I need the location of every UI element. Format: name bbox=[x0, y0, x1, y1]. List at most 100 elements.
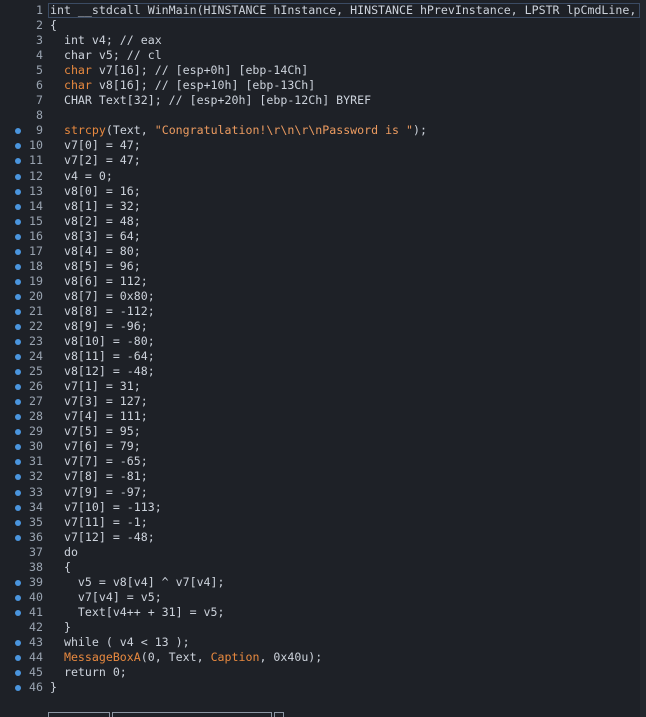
pseudocode-editor[interactable]: 1 int __stdcall WinMain(HINSTANCE hInstan… bbox=[0, 0, 646, 717]
code-text[interactable]: v4 = 0; bbox=[50, 169, 113, 184]
code-line[interactable]: 31 v7[7] = -65; bbox=[0, 454, 646, 469]
code-line[interactable]: 23 v8[10] = -80; bbox=[0, 334, 646, 349]
code-token: v7[6] = 79; bbox=[50, 439, 141, 454]
code-line[interactable]: 18 v8[5] = 96; bbox=[0, 259, 646, 274]
code-line[interactable]: 16 v8[3] = 64; bbox=[0, 229, 646, 244]
code-text[interactable]: char v8[16]; // [esp+10h] [ebp-13Ch] bbox=[50, 78, 315, 93]
code-line[interactable]: 40 v7[v4] = v5; bbox=[0, 590, 646, 605]
line-number: 16 bbox=[29, 228, 43, 243]
code-text[interactable]: v7[9] = -97; bbox=[50, 485, 148, 500]
code-line[interactable]: 14 v8[1] = 32; bbox=[0, 199, 646, 214]
code-text[interactable]: v8[10] = -80; bbox=[50, 334, 155, 349]
code-line[interactable]: 5 char v7[16]; // [esp+0h] [ebp-14Ch] bbox=[0, 63, 646, 78]
code-line[interactable]: 37 do bbox=[0, 545, 646, 560]
code-text[interactable]: v7[5] = 95; bbox=[50, 424, 141, 439]
code-text[interactable]: { bbox=[50, 18, 57, 33]
code-text[interactable]: v8[0] = 16; bbox=[50, 184, 141, 199]
code-text[interactable]: v8[6] = 112; bbox=[50, 274, 148, 289]
code-token: v7[11] = -1; bbox=[50, 514, 148, 529]
code-line[interactable]: 41 Text[v4++ + 31] = v5; bbox=[0, 605, 646, 620]
code-text[interactable]: v8[9] = -96; bbox=[50, 319, 148, 334]
function-name: MessageBoxA bbox=[63, 650, 141, 665]
code-text[interactable]: v7[12] = -48; bbox=[50, 530, 155, 545]
code-text[interactable]: do bbox=[50, 545, 78, 560]
code-token: { bbox=[50, 559, 71, 574]
code-line[interactable]: 29 v7[5] = 95; bbox=[0, 424, 646, 439]
code-line[interactable]: 3 int v4; // eax bbox=[0, 33, 646, 48]
code-line[interactable]: 7 CHAR Text[32]; // [esp+20h] [ebp-12Ch]… bbox=[0, 93, 646, 108]
code-text[interactable]: int __stdcall WinMain(HINSTANCE hInstanc… bbox=[50, 3, 636, 18]
code-text[interactable]: v8[7] = 0x80; bbox=[50, 289, 155, 304]
code-line[interactable]: 10 v7[0] = 47; bbox=[0, 138, 646, 153]
code-line[interactable]: 35 v7[11] = -1; bbox=[0, 515, 646, 530]
code-text[interactable]: v7[0] = 47; bbox=[50, 138, 141, 153]
code-text[interactable]: while ( v4 < 13 ); bbox=[50, 635, 190, 650]
code-text[interactable]: } bbox=[50, 620, 71, 635]
code-line[interactable]: 30 v7[6] = 79; bbox=[0, 439, 646, 454]
code-text[interactable]: v7[v4] = v5; bbox=[50, 590, 162, 605]
code-text[interactable]: v7[1] = 31; bbox=[50, 379, 141, 394]
vertical-scrollbar[interactable] bbox=[640, 0, 646, 717]
code-line[interactable]: 24 v8[11] = -64; bbox=[0, 349, 646, 364]
code-text[interactable]: char v7[16]; // [esp+0h] [ebp-14Ch] bbox=[50, 63, 308, 78]
code-line[interactable]: 17 v8[4] = 80; bbox=[0, 244, 646, 259]
code-line[interactable]: 32 v7[8] = -81; bbox=[0, 469, 646, 484]
code-line[interactable]: 20 v8[7] = 0x80; bbox=[0, 289, 646, 304]
code-text[interactable]: v8[3] = 64; bbox=[50, 229, 141, 244]
code-line[interactable]: 43 while ( v4 < 13 ); bbox=[0, 635, 646, 650]
code-line[interactable]: 22 v8[9] = -96; bbox=[0, 319, 646, 334]
code-text[interactable]: v7[10] = -113; bbox=[50, 500, 162, 515]
code-line[interactable]: 36 v7[12] = -48; bbox=[0, 530, 646, 545]
code-line[interactable]: 46} bbox=[0, 680, 646, 695]
code-text[interactable]: Text[v4++ + 31] = v5; bbox=[50, 605, 225, 620]
code-line[interactable]: 15 v8[2] = 48; bbox=[0, 214, 646, 229]
code-line[interactable]: 39 v5 = v8[v4] ^ v7[v4]; bbox=[0, 575, 646, 590]
code-line[interactable]: 44 MessageBoxA(0, Text, Caption, 0x40u); bbox=[0, 650, 646, 665]
code-line[interactable]: 11 v7[2] = 47; bbox=[0, 153, 646, 168]
code-text[interactable]: v8[11] = -64; bbox=[50, 349, 155, 364]
code-line[interactable]: 27 v7[3] = 127; bbox=[0, 394, 646, 409]
code-text[interactable]: v8[2] = 48; bbox=[50, 214, 141, 229]
code-line[interactable]: 38 { bbox=[0, 560, 646, 575]
code-text[interactable]: v8[1] = 32; bbox=[50, 199, 141, 214]
code-line[interactable]: 28 v7[4] = 111; bbox=[0, 409, 646, 424]
code-line[interactable]: 2{ bbox=[0, 18, 646, 33]
code-line[interactable]: 45 return 0; bbox=[0, 665, 646, 680]
code-line[interactable]: 25 v8[12] = -48; bbox=[0, 364, 646, 379]
code-line[interactable]: 6 char v8[16]; // [esp+10h] [ebp-13Ch] bbox=[0, 78, 646, 93]
code-text[interactable]: v8[4] = 80; bbox=[50, 244, 141, 259]
line-number: 3 bbox=[36, 33, 43, 48]
code-text[interactable]: CHAR Text[32]; // [esp+20h] [ebp-12Ch] B… bbox=[50, 93, 371, 108]
code-text[interactable]: v8[12] = -48; bbox=[50, 364, 155, 379]
code-text[interactable]: strcpy(Text, "Congratulation!\r\n\r\nPas… bbox=[50, 123, 427, 138]
code-text[interactable]: v7[3] = 127; bbox=[50, 394, 148, 409]
code-text[interactable]: v7[7] = -65; bbox=[50, 454, 148, 469]
code-text[interactable]: v7[8] = -81; bbox=[50, 469, 148, 484]
code-text[interactable]: char v5; // cl bbox=[50, 48, 162, 63]
code-line[interactable]: 33 v7[9] = -97; bbox=[0, 485, 646, 500]
code-text[interactable]: { bbox=[50, 560, 71, 575]
code-text[interactable]: MessageBoxA(0, Text, Caption, 0x40u); bbox=[50, 650, 322, 665]
code-text[interactable]: v8[5] = 96; bbox=[50, 259, 141, 274]
code-text[interactable]: v5 = v8[v4] ^ v7[v4]; bbox=[50, 575, 225, 590]
code-line[interactable]: 13 v8[0] = 16; bbox=[0, 184, 646, 199]
code-line[interactable]: 12 v4 = 0; bbox=[0, 169, 646, 184]
code-line[interactable]: 8 bbox=[0, 108, 646, 123]
code-text[interactable]: int v4; // eax bbox=[50, 33, 162, 48]
code-line[interactable]: 42 } bbox=[0, 620, 646, 635]
code-text[interactable]: v8[8] = -112; bbox=[50, 304, 155, 319]
code-line[interactable]: 34 v7[10] = -113; bbox=[0, 500, 646, 515]
code-text[interactable]: v7[6] = 79; bbox=[50, 439, 141, 454]
code-line[interactable]: 26 v7[1] = 31; bbox=[0, 379, 646, 394]
code-line[interactable]: 9 strcpy(Text, "Congratulation!\r\n\r\nP… bbox=[0, 123, 646, 138]
code-text[interactable]: } bbox=[50, 680, 57, 695]
code-line[interactable]: 21 v8[8] = -112; bbox=[0, 304, 646, 319]
code-line[interactable]: 1 int __stdcall WinMain(HINSTANCE hInstan… bbox=[0, 3, 646, 18]
code-view[interactable]: 1 int __stdcall WinMain(HINSTANCE hInstan… bbox=[0, 3, 646, 695]
code-text[interactable]: v7[2] = 47; bbox=[50, 153, 141, 168]
code-line[interactable]: 4 char v5; // cl bbox=[0, 48, 646, 63]
code-text[interactable]: v7[11] = -1; bbox=[50, 515, 148, 530]
code-text[interactable]: return 0; bbox=[50, 665, 127, 680]
code-line[interactable]: 19 v8[6] = 112; bbox=[0, 274, 646, 289]
code-text[interactable]: v7[4] = 111; bbox=[50, 409, 148, 424]
